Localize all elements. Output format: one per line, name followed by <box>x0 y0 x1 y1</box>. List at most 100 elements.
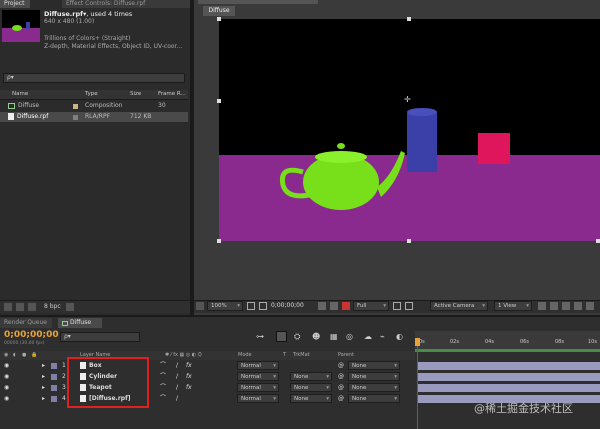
pickwhip-icon[interactable]: @ <box>338 394 344 404</box>
interpret-footage-icon[interactable] <box>4 303 12 311</box>
brainstorm-icon[interactable]: ☁ <box>364 332 372 341</box>
label-color-swatch[interactable] <box>51 396 57 402</box>
eye-icon[interactable]: ◉ <box>4 351 8 360</box>
search-input[interactable]: ρ▾ <box>3 73 185 83</box>
visibility-eye-icon[interactable]: ◉ <box>4 361 9 371</box>
col-name[interactable]: Name <box>12 90 28 99</box>
current-time-indicator[interactable] <box>415 338 420 346</box>
mask-visibility-icon[interactable] <box>259 302 267 310</box>
col-parent[interactable]: Parent <box>338 351 354 360</box>
label-color-swatch[interactable] <box>51 363 57 369</box>
table-row[interactable]: ◉ ▸ 1 Box ⌒ / fx Normal @ None <box>0 361 415 371</box>
always-preview-icon[interactable] <box>196 302 204 310</box>
label-color-swatch[interactable] <box>73 104 78 109</box>
shy-switch-icon[interactable]: ⌒ <box>160 383 166 393</box>
timeline-icon[interactable] <box>562 302 570 310</box>
list-item[interactable]: Diffuse.rpf RLA/RPF 712 KB <box>0 112 188 122</box>
effect-switch[interactable]: fx <box>186 383 192 393</box>
layer-handle[interactable] <box>217 239 221 243</box>
region-of-interest-icon[interactable] <box>393 302 401 310</box>
table-row[interactable]: ◉ ▸ 4 [Diffuse.rpf] ⌒ / Normal None @ No… <box>0 394 415 404</box>
time-ruler[interactable] <box>415 331 600 349</box>
viewer-timecode[interactable]: 0;00;00;00 <box>271 302 304 309</box>
timeline-search-input[interactable]: ρ▾ <box>60 332 140 342</box>
expand-triangle-icon[interactable]: ▸ <box>42 361 45 371</box>
show-snapshot-icon[interactable] <box>330 302 338 310</box>
effect-switch[interactable]: fx <box>186 361 192 371</box>
work-area-bar[interactable] <box>415 349 600 352</box>
toggle-pixel-aspect-icon[interactable] <box>538 302 546 310</box>
tab-diffuse-viewer[interactable]: Diffuse <box>203 6 235 16</box>
comp-mini-flowchart-icon[interactable]: ⊶ <box>256 332 264 341</box>
mode-select[interactable]: Normal <box>237 361 279 370</box>
layer-duration-bar[interactable] <box>418 384 600 392</box>
quality-switch-icon[interactable]: / <box>176 372 178 382</box>
trkmat-select[interactable]: None <box>290 383 332 392</box>
anchor-crosshair-icon[interactable]: ✛ <box>404 95 411 104</box>
current-time[interactable]: 0;00;00;00 <box>4 330 59 340</box>
hide-icon[interactable]: ◐ <box>396 332 403 341</box>
trkmat-select[interactable]: None <box>290 372 332 381</box>
label-color-swatch[interactable] <box>51 385 57 391</box>
label-color-swatch[interactable] <box>73 115 78 120</box>
shy-switch-icon[interactable]: ⌒ <box>160 372 166 382</box>
safe-zones-icon[interactable] <box>247 302 255 310</box>
col-size[interactable]: Size <box>130 90 141 99</box>
parent-select[interactable]: None <box>348 394 400 403</box>
table-row[interactable]: ◉ ▸ 2 Cylinder ⌒ / fx Normal None @ None <box>0 372 415 382</box>
layer-handle[interactable] <box>596 239 600 243</box>
zoom-select[interactable]: 100% <box>207 301 243 311</box>
visibility-eye-icon[interactable]: ◉ <box>4 372 9 382</box>
shy-switch-icon[interactable]: ⌒ <box>160 394 166 404</box>
new-folder-icon[interactable] <box>16 303 24 311</box>
trash-icon[interactable] <box>66 303 74 311</box>
show-channel-icon[interactable] <box>342 302 350 310</box>
lock-icon[interactable]: 🔒 <box>31 351 37 360</box>
shy-layers-icon[interactable]: ☻ <box>312 332 320 341</box>
col-mode[interactable]: Mode <box>238 351 252 360</box>
audio-icon[interactable]: ◖ <box>13 351 16 360</box>
live-update-icon[interactable] <box>276 331 287 342</box>
layer-handle[interactable] <box>217 99 221 103</box>
visibility-eye-icon[interactable]: ◉ <box>4 383 9 393</box>
quality-switch-icon[interactable]: / <box>176 394 178 404</box>
motion-blur-icon[interactable]: ◎ <box>346 332 353 341</box>
camera-select[interactable]: Active Camera <box>430 301 488 311</box>
graph-editor-icon[interactable]: ⌁ <box>380 332 385 341</box>
col-trkmat[interactable]: TrkMat <box>293 351 310 360</box>
frame-blending-icon[interactable]: ▦ <box>330 332 338 341</box>
list-item[interactable]: Diffuse Composition 30 <box>0 101 188 111</box>
layer-duration-bar[interactable] <box>418 362 600 370</box>
expand-triangle-icon[interactable]: ▸ <box>42 383 45 393</box>
pickwhip-icon[interactable]: @ <box>338 372 344 382</box>
quality-switch-icon[interactable]: / <box>176 361 178 371</box>
parent-select[interactable]: None <box>348 361 400 370</box>
quality-switch-icon[interactable]: / <box>176 383 178 393</box>
expand-triangle-icon[interactable]: ▸ <box>42 394 45 404</box>
mode-select[interactable]: Normal <box>237 394 279 403</box>
pickwhip-icon[interactable]: @ <box>338 383 344 393</box>
tab-effect-controls[interactable]: Effect Controls: Diffuse.rpf <box>62 0 190 8</box>
composition-canvas[interactable] <box>219 19 600 241</box>
layer-handle[interactable] <box>407 239 411 243</box>
flowchart-icon[interactable] <box>574 302 582 310</box>
col-type[interactable]: Type <box>85 90 98 99</box>
snapshot-icon[interactable] <box>318 302 326 310</box>
fast-previews-icon[interactable] <box>550 302 558 310</box>
bpc-label[interactable]: 8 bpc <box>44 303 61 310</box>
table-row[interactable]: ◉ ▸ 3 Teapot ⌒ / fx Normal None @ None <box>0 383 415 393</box>
tab-render-queue[interactable]: Render Queue <box>0 318 52 328</box>
resolution-select[interactable]: Full <box>353 301 389 311</box>
shy-switch-icon[interactable]: ⌒ <box>160 361 166 371</box>
col-t[interactable]: T <box>283 351 286 360</box>
label-color-swatch[interactable] <box>51 374 57 380</box>
layer-handle[interactable] <box>407 17 411 21</box>
pickwhip-icon[interactable]: @ <box>338 361 344 371</box>
parent-select[interactable]: None <box>348 372 400 381</box>
exposure-icon[interactable] <box>586 302 594 310</box>
layer-duration-bar[interactable] <box>418 373 600 381</box>
tab-project[interactable]: Project <box>0 0 30 8</box>
views-select[interactable]: 1 View <box>494 301 532 311</box>
mode-select[interactable]: Normal <box>237 383 279 392</box>
mode-select[interactable]: Normal <box>237 372 279 381</box>
